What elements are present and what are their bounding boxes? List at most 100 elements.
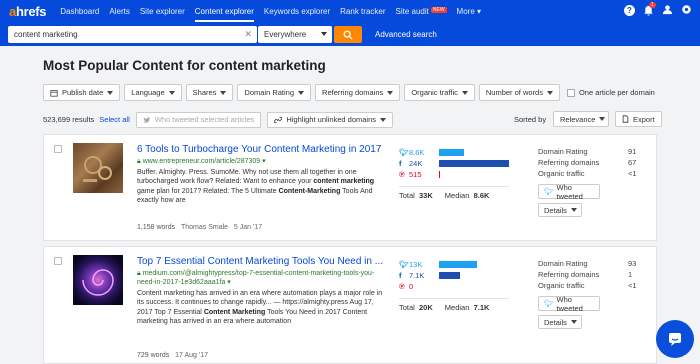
facebook-icon: f — [399, 159, 402, 168]
details-button[interactable]: Details — [538, 203, 582, 217]
checkbox[interactable] — [566, 88, 575, 97]
top-navigation: ahrefs Dashboard Alerts Site explorer Co… — [0, 0, 700, 23]
domain-rating-label: Domain Rating — [538, 147, 588, 156]
lock-icon: 🔒︎ — [137, 158, 141, 165]
chevron-down-icon — [599, 117, 606, 121]
article-description: Buffer. Almighty. Press. SumoMe. Why not… — [137, 169, 375, 204]
search-bar: content marketing ✕ Everywhere Advanced … — [0, 23, 700, 46]
referring-domains-label: Referring domains — [538, 270, 600, 279]
author: Thomas Smale — [180, 224, 229, 231]
filter-shares[interactable]: Shares — [185, 84, 234, 101]
chat-widget-button[interactable] — [656, 320, 694, 358]
domain-rating-label: Domain Rating — [538, 259, 588, 268]
nav-more[interactable]: More ▾ — [457, 7, 481, 16]
filter-language[interactable]: Language — [124, 84, 182, 101]
details-button[interactable]: Details — [538, 315, 582, 329]
pinterest-bar — [439, 171, 441, 178]
article-url[interactable]: 🔒︎ www.entrepreneur.com/article/287309 ▾ — [137, 157, 387, 166]
referring-domains-label: Referring domains — [538, 158, 600, 167]
article-url[interactable]: 🔒︎ medium.com/@almightypress/top-7-essen… — [137, 269, 387, 287]
article-meta: 1,158 words Thomas Smale 5 Jan '17 — [137, 224, 262, 231]
twitter-icon: 🐦︎ — [399, 148, 409, 157]
search-button[interactable] — [334, 26, 362, 43]
notification-count: 1 — [649, 2, 656, 8]
pinterest-icon: ℗ — [399, 170, 405, 179]
facebook-shares: 7.1K — [409, 271, 425, 280]
share-stats: 🐦︎ 8.6K f 24K ℗ 515 Total 33K Median 8.6K — [399, 147, 559, 200]
sort-select[interactable]: Relevance — [553, 111, 609, 127]
bell-icon[interactable]: 1 — [643, 2, 656, 16]
filter-organic-traffic[interactable]: Organic traffic — [404, 84, 475, 101]
total-label: Total — [399, 191, 415, 200]
referring-domains-value: 67 — [628, 158, 637, 167]
who-tweeted-button[interactable]: 🐦︎ Who tweeted — [538, 183, 600, 201]
article-checkbox[interactable] — [54, 145, 62, 153]
median-label: Median — [444, 191, 470, 200]
sorted-by-label: Sorted by — [514, 115, 547, 124]
settings-icon[interactable] — [681, 4, 692, 17]
organic-traffic-value: <1 — [628, 169, 637, 178]
publish-date: 17 Aug '17 — [175, 352, 209, 359]
who-tweeted-button[interactable]: 🐦︎ Who tweeted — [538, 295, 600, 313]
article-description: Content marketing has arrived in an era … — [137, 290, 383, 325]
new-badge: NEW — [430, 7, 447, 13]
nav-alerts[interactable]: Alerts — [109, 7, 129, 16]
organic-traffic-value: <1 — [628, 281, 637, 290]
export-button[interactable]: Export — [615, 111, 662, 127]
nav-content-explorer[interactable]: Content explorer — [194, 2, 254, 22]
highlight-unlinked-button[interactable]: Highlight unlinked domains — [267, 111, 394, 128]
domain-rating-value: 91 — [628, 147, 637, 156]
facebook-shares: 24K — [409, 159, 423, 168]
word-count: 1,158 words — [137, 224, 176, 231]
chevron-down-icon — [546, 90, 553, 95]
chevron-down-icon — [380, 117, 387, 122]
one-article-per-domain[interactable]: One article per domain — [566, 84, 655, 101]
total-value: 33K — [419, 191, 433, 200]
domain-rating-value: 93 — [628, 259, 637, 268]
clear-icon[interactable]: ✕ — [244, 29, 252, 40]
chevron-down-icon — [107, 90, 114, 95]
filter-publish-date[interactable]: Publish date — [43, 84, 121, 101]
search-mode-select[interactable]: Everywhere — [258, 26, 332, 43]
organic-traffic-label: Organic traffic — [538, 169, 585, 178]
median-label: Median — [444, 303, 470, 312]
share-totals: Total 20K Median 7.1K — [399, 298, 509, 312]
twitter-icon: 🐦︎ — [399, 260, 409, 269]
chevron-down-icon — [298, 90, 305, 95]
chevron-down-icon — [461, 90, 468, 95]
filter-bar: Publish date Language Shares Domain Rati… — [43, 84, 655, 101]
organic-traffic-label: Organic traffic — [538, 281, 585, 290]
article-title-link[interactable]: Top 7 Essential Content Marketing Tools … — [137, 256, 387, 267]
user-icon[interactable] — [662, 4, 673, 17]
search-input[interactable]: content marketing ✕ — [8, 26, 257, 43]
ahrefs-logo[interactable]: ahrefs — [9, 4, 47, 19]
twitter-icon — [143, 116, 150, 123]
chevron-down-icon — [387, 90, 394, 95]
nav-keywords-explorer[interactable]: Keywords explorer — [264, 7, 330, 16]
article-card: 6 Tools to Turbocharge Your Content Mark… — [43, 134, 657, 241]
top-icons: ? 1 — [624, 2, 692, 17]
chevron-down-icon — [321, 32, 327, 36]
nav-rank-tracker[interactable]: Rank tracker — [340, 7, 385, 16]
article-checkbox[interactable] — [54, 257, 62, 265]
nav-site-explorer[interactable]: Site explorer — [140, 7, 185, 16]
help-icon[interactable]: ? — [624, 5, 635, 16]
chat-icon — [669, 333, 681, 346]
nav-site-audit[interactable]: Site audit NEW — [396, 7, 447, 16]
twitter-shares: 8.6K — [409, 148, 425, 157]
domain-stats: Domain Rating 91 Referring domains 67 Orga… — [538, 147, 648, 217]
filter-domain-rating[interactable]: Domain Rating — [237, 84, 312, 101]
filter-number-of-words[interactable]: Number of words — [478, 84, 560, 101]
filter-referring-domains[interactable]: Referring domains — [315, 84, 401, 101]
article-thumbnail — [73, 255, 123, 305]
twitter-shares: 13K — [409, 260, 423, 269]
advanced-search-link[interactable]: Advanced search — [375, 30, 437, 39]
nav-dashboard[interactable]: Dashboard — [60, 7, 99, 16]
facebook-bar — [439, 272, 460, 279]
who-tweeted-selected-button[interactable]: Who tweeted selected articles — [135, 111, 262, 128]
median-value: 8.6K — [473, 191, 490, 200]
facebook-bar — [439, 160, 509, 167]
calendar-icon — [50, 89, 58, 97]
select-all-link[interactable]: Select all — [99, 115, 129, 124]
article-title-link[interactable]: 6 Tools to Turbocharge Your Content Mark… — [137, 144, 387, 155]
